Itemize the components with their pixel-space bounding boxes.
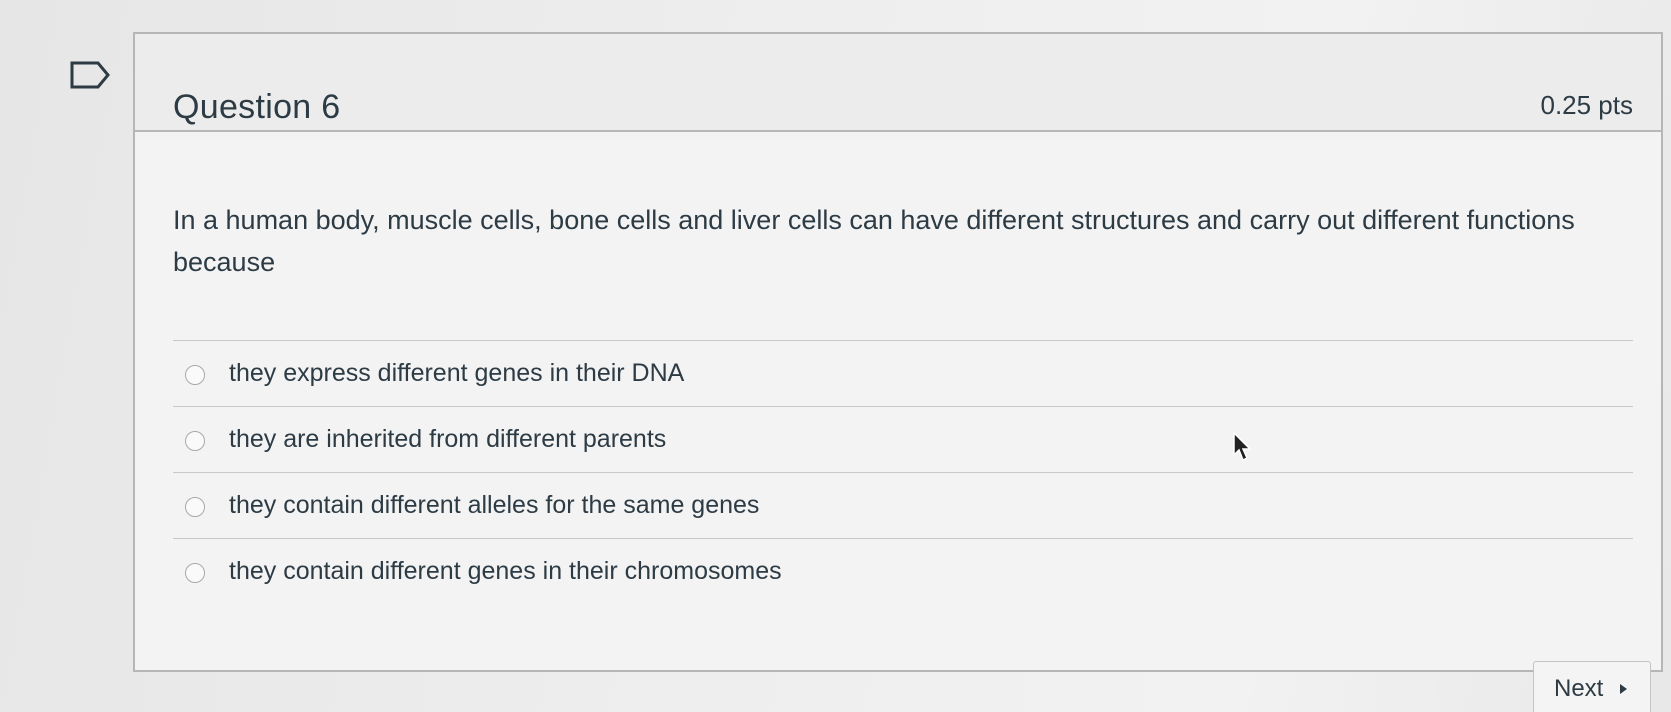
answer-label[interactable]: they express different genes in their DN… xyxy=(229,359,684,388)
flag-question-icon[interactable] xyxy=(70,60,110,90)
question-header: Question 6 0.25 pts xyxy=(135,34,1661,132)
answer-radio[interactable] xyxy=(185,431,205,451)
next-button[interactable]: Next xyxy=(1533,661,1651,712)
answer-option[interactable]: they are inherited from different parent… xyxy=(173,406,1633,472)
question-title: Question 6 xyxy=(173,88,341,127)
answer-option[interactable]: they express different genes in their DN… xyxy=(173,340,1633,406)
answer-label[interactable]: they contain different alleles for the s… xyxy=(229,491,759,520)
next-button-label: Next xyxy=(1554,675,1604,702)
answer-option[interactable]: they contain different genes in their ch… xyxy=(173,538,1633,604)
answer-radio[interactable] xyxy=(185,563,205,583)
caret-right-icon xyxy=(1620,684,1627,694)
answer-list: they express different genes in their DN… xyxy=(173,340,1633,604)
answer-label[interactable]: they are inherited from different parent… xyxy=(229,425,666,454)
answer-option[interactable]: they contain different alleles for the s… xyxy=(173,472,1633,538)
question-points: 0.25 pts xyxy=(1540,90,1633,120)
answer-radio[interactable] xyxy=(185,497,205,517)
mouse-pointer-icon xyxy=(1233,432,1252,462)
quiz-screen: Question 6 0.25 pts In a human body, mus… xyxy=(0,0,1671,712)
answer-radio[interactable] xyxy=(185,365,205,385)
question-card: Question 6 0.25 pts In a human body, mus… xyxy=(133,32,1663,672)
question-text: In a human body, muscle cells, bone cell… xyxy=(173,205,1575,277)
answer-label[interactable]: they contain different genes in their ch… xyxy=(229,557,782,586)
